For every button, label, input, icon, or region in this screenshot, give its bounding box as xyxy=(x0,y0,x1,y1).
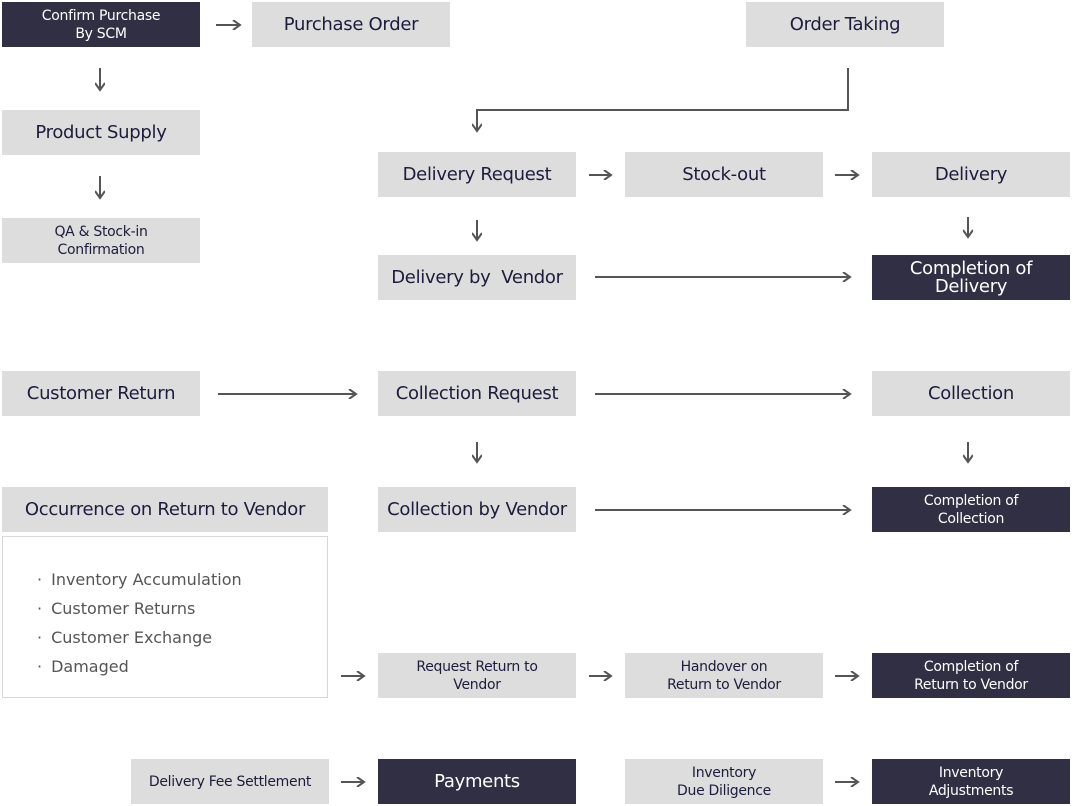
node-collection-by-vendor: Collection by Vendor xyxy=(378,487,576,532)
arrow-ordertaking-to-deliveryrequest xyxy=(477,68,849,131)
node-completion-of-delivery: Completion of Delivery xyxy=(872,255,1070,300)
node-purchase-order: Purchase Order xyxy=(252,2,450,47)
node-confirm-purchase: Confirm Purchase By SCM xyxy=(2,2,200,47)
node-qa-stock-in: QA & Stock-in Confirmation xyxy=(2,218,200,263)
node-stock-out: Stock-out xyxy=(625,152,823,197)
list-item: · Inventory Accumulation xyxy=(37,570,242,589)
list-item: · Customer Exchange xyxy=(37,628,213,647)
node-collection-request: Collection Request xyxy=(378,371,576,416)
node-delivery-by-vendor: Delivery by Vendor xyxy=(378,255,576,300)
node-delivery: Delivery xyxy=(872,152,1070,197)
node-inventory-due-diligence: Inventory Due Diligence xyxy=(625,759,823,804)
node-customer-return: Customer Return xyxy=(2,371,200,416)
node-product-supply: Product Supply xyxy=(2,110,200,155)
node-inventory-adjustments: Inventory Adjustments xyxy=(872,759,1070,804)
rtv-reasons-list: · Inventory Accumulation · Customer Return… xyxy=(2,536,328,698)
node-completion-of-collection: Completion of Collection xyxy=(872,487,1070,532)
list-item: · Damaged xyxy=(37,657,129,676)
node-order-taking: Order Taking xyxy=(746,2,944,47)
node-payments: Payments xyxy=(378,759,576,804)
node-delivery-fee-settlement: Delivery Fee Settlement xyxy=(131,759,329,804)
node-handover-rtv: Handover on Return to Vendor xyxy=(625,653,823,698)
node-occurrence-rtv: Occurrence on Return to Vendor xyxy=(2,487,328,532)
node-request-rtv: Request Return to Vendor xyxy=(378,653,576,698)
list-item: · Customer Returns xyxy=(37,599,196,618)
node-collection: Collection xyxy=(872,371,1070,416)
node-delivery-request: Delivery Request xyxy=(378,152,576,197)
node-completion-rtv: Completion of Return to Vendor xyxy=(872,653,1070,698)
